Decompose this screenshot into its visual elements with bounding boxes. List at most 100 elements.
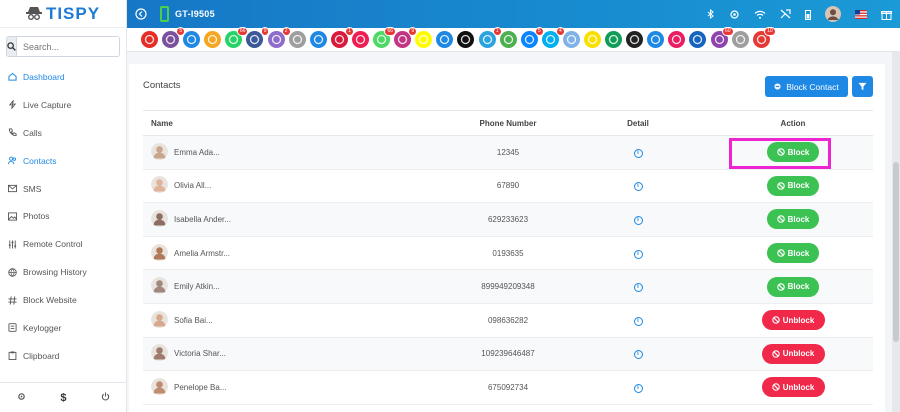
avatar xyxy=(151,243,168,263)
block-contact-label: Block Contact xyxy=(786,81,839,92)
sidebar-item-live-capture[interactable]: Live Capture xyxy=(0,91,126,119)
sidebar-item-sms[interactable]: SMS xyxy=(0,175,126,203)
block-button[interactable]: Block xyxy=(767,209,819,230)
sidebar-item-label: SMS xyxy=(23,183,42,194)
block-button[interactable]: Block xyxy=(767,243,819,264)
instagram-icon[interactable]: 9 xyxy=(394,27,418,48)
zalo-icon[interactable] xyxy=(562,31,580,48)
kik-icon[interactable] xyxy=(626,31,644,48)
column-header-phone: Phone Number xyxy=(453,110,563,136)
search-box xyxy=(6,36,120,57)
unblock-button[interactable]: Unblock xyxy=(761,343,825,364)
youtube-icon[interactable] xyxy=(141,31,158,48)
sidebar-item-clipboard[interactable]: Clipboard xyxy=(0,342,126,370)
dots-icon[interactable] xyxy=(436,31,454,48)
info-icon[interactable]: i xyxy=(633,215,643,225)
gallery-icon[interactable]: 10 xyxy=(752,27,776,48)
sidebar-item-browsing-history[interactable]: Browsing History xyxy=(0,258,126,286)
n-app-icon[interactable] xyxy=(689,31,707,48)
wifi-icon[interactable] xyxy=(754,10,766,19)
table-header-row: Name Phone Number Detail Action xyxy=(143,110,873,136)
block-icon xyxy=(776,249,785,257)
battery-icon[interactable] xyxy=(805,9,811,20)
app-root: TISPY Dashboard Live Capture Calls Contacts… xyxy=(0,0,900,412)
power-icon[interactable] xyxy=(101,392,110,403)
contact-name: Penelope Ba... xyxy=(174,382,227,392)
sidebar-item-remote-control[interactable]: Remote Control xyxy=(0,230,126,258)
filter-button[interactable] xyxy=(852,76,873,97)
video-icon[interactable] xyxy=(668,31,686,48)
unblock-button[interactable]: Unblock xyxy=(761,377,825,398)
detail-cell: i xyxy=(563,269,713,304)
action-cell: Block xyxy=(713,169,873,204)
info-icon[interactable]: i xyxy=(633,249,643,259)
brand-logo[interactable]: TISPY xyxy=(0,0,126,28)
imo-icon[interactable] xyxy=(499,31,517,48)
sidebar-item-label: Dashboard xyxy=(23,71,65,82)
whatsapp-icon[interactable]: 66 xyxy=(225,27,249,48)
avatar xyxy=(151,209,168,229)
highlight-box xyxy=(729,138,831,169)
email-icon[interactable] xyxy=(183,31,201,48)
sidebar-item-calls[interactable]: Calls xyxy=(0,119,126,147)
signal-icon[interactable] xyxy=(780,9,791,19)
tablet-icon[interactable] xyxy=(647,31,665,48)
contact-name-cell: Isabella Ander... xyxy=(143,202,453,237)
dollar-icon[interactable]: $ xyxy=(60,392,66,404)
line-icon[interactable]: 66 xyxy=(373,27,397,48)
tiktok-red-icon[interactable]: 1 xyxy=(330,27,354,48)
clipboard-icon[interactable] xyxy=(288,31,306,48)
unblock-button[interactable]: Unblock xyxy=(761,310,825,331)
sidebar-item-photos[interactable]: Photos xyxy=(0,202,126,230)
info-icon[interactable]: i xyxy=(633,350,643,360)
info-icon[interactable]: i xyxy=(633,283,643,293)
search-input[interactable] xyxy=(17,37,119,56)
sidebar-item-contacts[interactable]: Contacts xyxy=(0,147,126,175)
contact-phone: 67890 xyxy=(453,169,563,204)
kakao-icon[interactable] xyxy=(583,31,601,48)
table-row: Olivia All... 67890 i Block xyxy=(143,169,873,204)
block-button[interactable]: Block xyxy=(767,276,819,297)
info-icon[interactable]: i xyxy=(633,182,643,192)
tiktok-icon[interactable] xyxy=(351,31,369,48)
viber-icon[interactable]: 5 xyxy=(162,27,186,48)
avatar xyxy=(151,176,168,195)
scrollbar-thumb[interactable] xyxy=(893,162,899,342)
gps-icon[interactable] xyxy=(729,9,740,20)
action-cell: Block xyxy=(713,269,873,304)
signal-icon[interactable]: 60 xyxy=(710,27,734,48)
action-label: Block xyxy=(787,282,810,292)
info-icon[interactable]: i xyxy=(633,148,643,158)
search-icon[interactable] xyxy=(7,37,17,56)
sidebar-item-dashboard[interactable]: Dashboard xyxy=(0,63,126,91)
bluetooth-icon[interactable] xyxy=(707,8,715,20)
viber2-icon[interactable]: 2 xyxy=(267,27,291,48)
home-icon xyxy=(8,72,17,82)
sidebar-item-label: Clipboard xyxy=(23,350,60,361)
sidebar-item-label: Block Website xyxy=(23,295,77,306)
telegram-icon[interactable]: 1 xyxy=(478,27,502,48)
sidebar-item-keylogger[interactable]: Keylogger xyxy=(0,314,126,342)
block-contact-button[interactable]: Block Contact xyxy=(765,76,848,97)
copy-icon[interactable] xyxy=(204,31,222,48)
us-flag-icon[interactable] xyxy=(855,9,867,19)
tiktok-black-icon[interactable] xyxy=(457,31,475,48)
snapchat-icon[interactable] xyxy=(415,31,433,48)
unblock-icon xyxy=(771,316,780,325)
detail-cell: i xyxy=(563,370,713,405)
scrollbar[interactable] xyxy=(892,52,900,412)
gift-icon[interactable] xyxy=(881,9,892,20)
sidebar-item-block-website[interactable]: Block Website xyxy=(0,286,126,314)
block-button[interactable]: Block xyxy=(767,175,819,196)
settings-icon[interactable] xyxy=(17,392,26,403)
avatar[interactable] xyxy=(825,6,841,22)
info-icon[interactable]: i xyxy=(633,383,643,393)
messenger-icon[interactable]: 5 xyxy=(520,27,544,48)
info-icon[interactable]: i xyxy=(633,316,643,326)
back-icon[interactable] xyxy=(132,5,150,23)
hangouts-icon[interactable] xyxy=(605,31,623,48)
gray-app-icon[interactable] xyxy=(731,31,749,48)
facebook-icon[interactable]: 9 xyxy=(246,27,270,48)
screen-icon[interactable] xyxy=(309,31,327,48)
skype-icon[interactable]: 4 xyxy=(541,27,565,48)
